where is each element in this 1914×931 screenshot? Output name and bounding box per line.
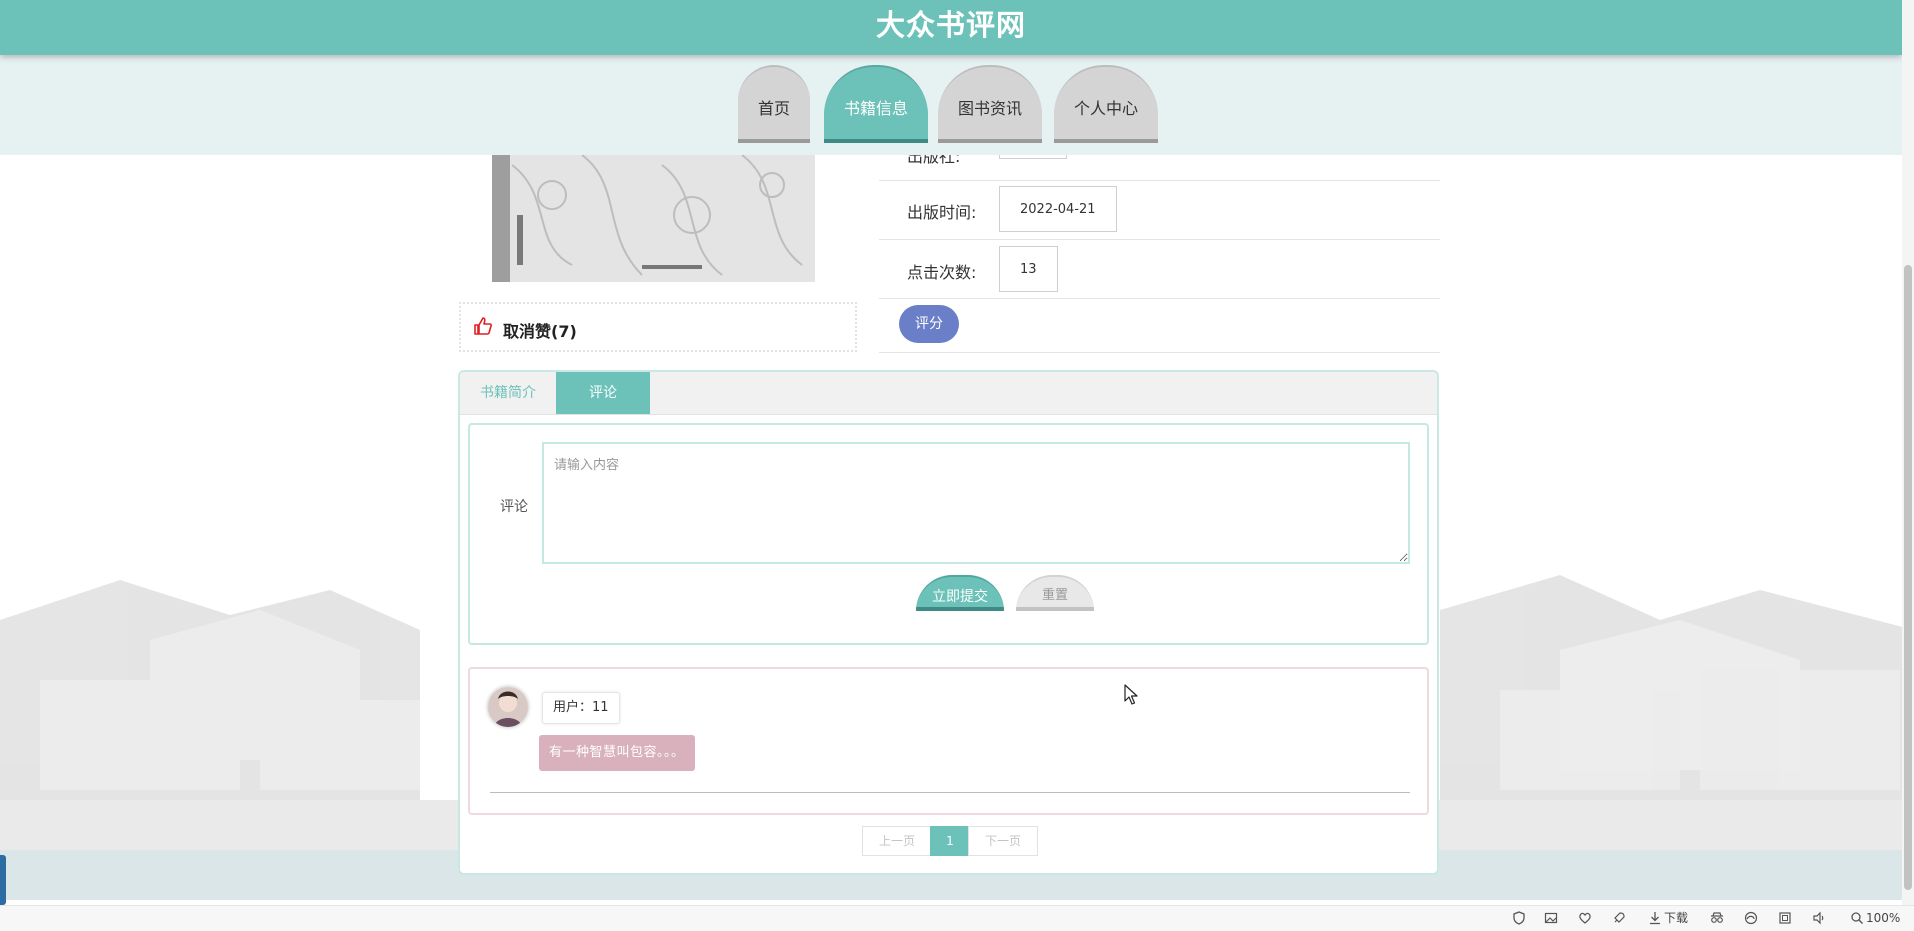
info-row-rate (879, 299, 1440, 353)
tab-comments[interactable]: 评论 (556, 372, 650, 414)
comment-field-label: 评论 (500, 499, 528, 515)
info-label: 点击次数: (907, 263, 977, 282)
rate-button[interactable]: 评分 (899, 305, 959, 343)
download-icon[interactable] (1648, 911, 1662, 925)
page-number-1[interactable]: 1 (930, 826, 970, 856)
site-title: 大众书评网 (875, 8, 1026, 42)
info-value: 2022-04-21 (999, 186, 1117, 232)
rocket-icon[interactable] (1612, 911, 1626, 925)
comment-textarea[interactable] (542, 442, 1410, 564)
zoom-icon[interactable] (1850, 911, 1864, 925)
book-cover-image (492, 155, 815, 282)
prev-page-button[interactable]: 上一页 (862, 826, 932, 856)
comment-text: 有一种智慧叫包容。。。 (539, 735, 695, 771)
tab-bar: 书籍简介 评论 (460, 372, 1437, 415)
detail-tabs-panel: 书籍简介 评论 评论 立即提交 重置 用户：11 有一种智慧叫包容。。。 (458, 370, 1439, 875)
site-header: 大众书评网 (0, 0, 1902, 55)
user-avatar-image (488, 687, 528, 727)
like-label: 取消赞(7) (503, 322, 577, 341)
side-handle (0, 855, 6, 905)
nav-tab-book-info[interactable]: 书籍信息 (824, 65, 928, 143)
tab-book-intro[interactable]: 书籍简介 (460, 372, 556, 414)
info-row-publish-date: 出版时间: 2022-04-21 (879, 180, 1440, 240)
info-row-click-count: 点击次数: 13 (879, 240, 1440, 299)
comment-form: 评论 立即提交 重置 (468, 423, 1429, 645)
nav-tab-book-news[interactable]: 图书资讯 (938, 65, 1042, 143)
avatar (488, 687, 528, 727)
heart-rate-icon[interactable] (1578, 911, 1592, 925)
nav-tab-home[interactable]: 首页 (738, 65, 810, 143)
info-label: 出版时间: (907, 203, 977, 222)
paisley-pattern (492, 155, 815, 282)
comment-user: 用户：11 (542, 692, 620, 724)
volume-icon[interactable] (1812, 911, 1826, 925)
main-nav: 首页 书籍信息 图书资讯 个人中心 (0, 55, 1902, 155)
incognito-icon[interactable] (1710, 911, 1724, 925)
next-page-button[interactable]: 下一页 (968, 826, 1038, 856)
download-label[interactable]: 下载 (1664, 911, 1688, 925)
main-content: 取消赞(7) 出版社: 湘雅 出版时间: 2022-04-21 点击次数: 13… (0, 113, 1902, 905)
scrollbar-thumb[interactable] (1904, 265, 1912, 890)
shield-icon[interactable] (1512, 911, 1526, 925)
comment-list: 用户：11 有一种智慧叫包容。。。 (468, 667, 1429, 815)
browser-status-bar: 下载 100% (0, 905, 1914, 931)
mouse-cursor-icon (1124, 684, 1138, 705)
comment-divider (490, 792, 1410, 793)
window-icon[interactable] (1778, 911, 1792, 925)
edge-icon[interactable] (1744, 911, 1758, 925)
zoom-level[interactable]: 100% (1866, 911, 1900, 925)
nav-tab-profile[interactable]: 个人中心 (1054, 65, 1158, 143)
reset-button[interactable]: 重置 (1016, 575, 1094, 611)
image-icon[interactable] (1544, 911, 1558, 925)
submit-button[interactable]: 立即提交 (916, 575, 1004, 611)
like-box[interactable]: 取消赞(7) (459, 302, 857, 352)
info-value: 13 (999, 246, 1058, 292)
thumbs-up-icon (474, 317, 492, 335)
